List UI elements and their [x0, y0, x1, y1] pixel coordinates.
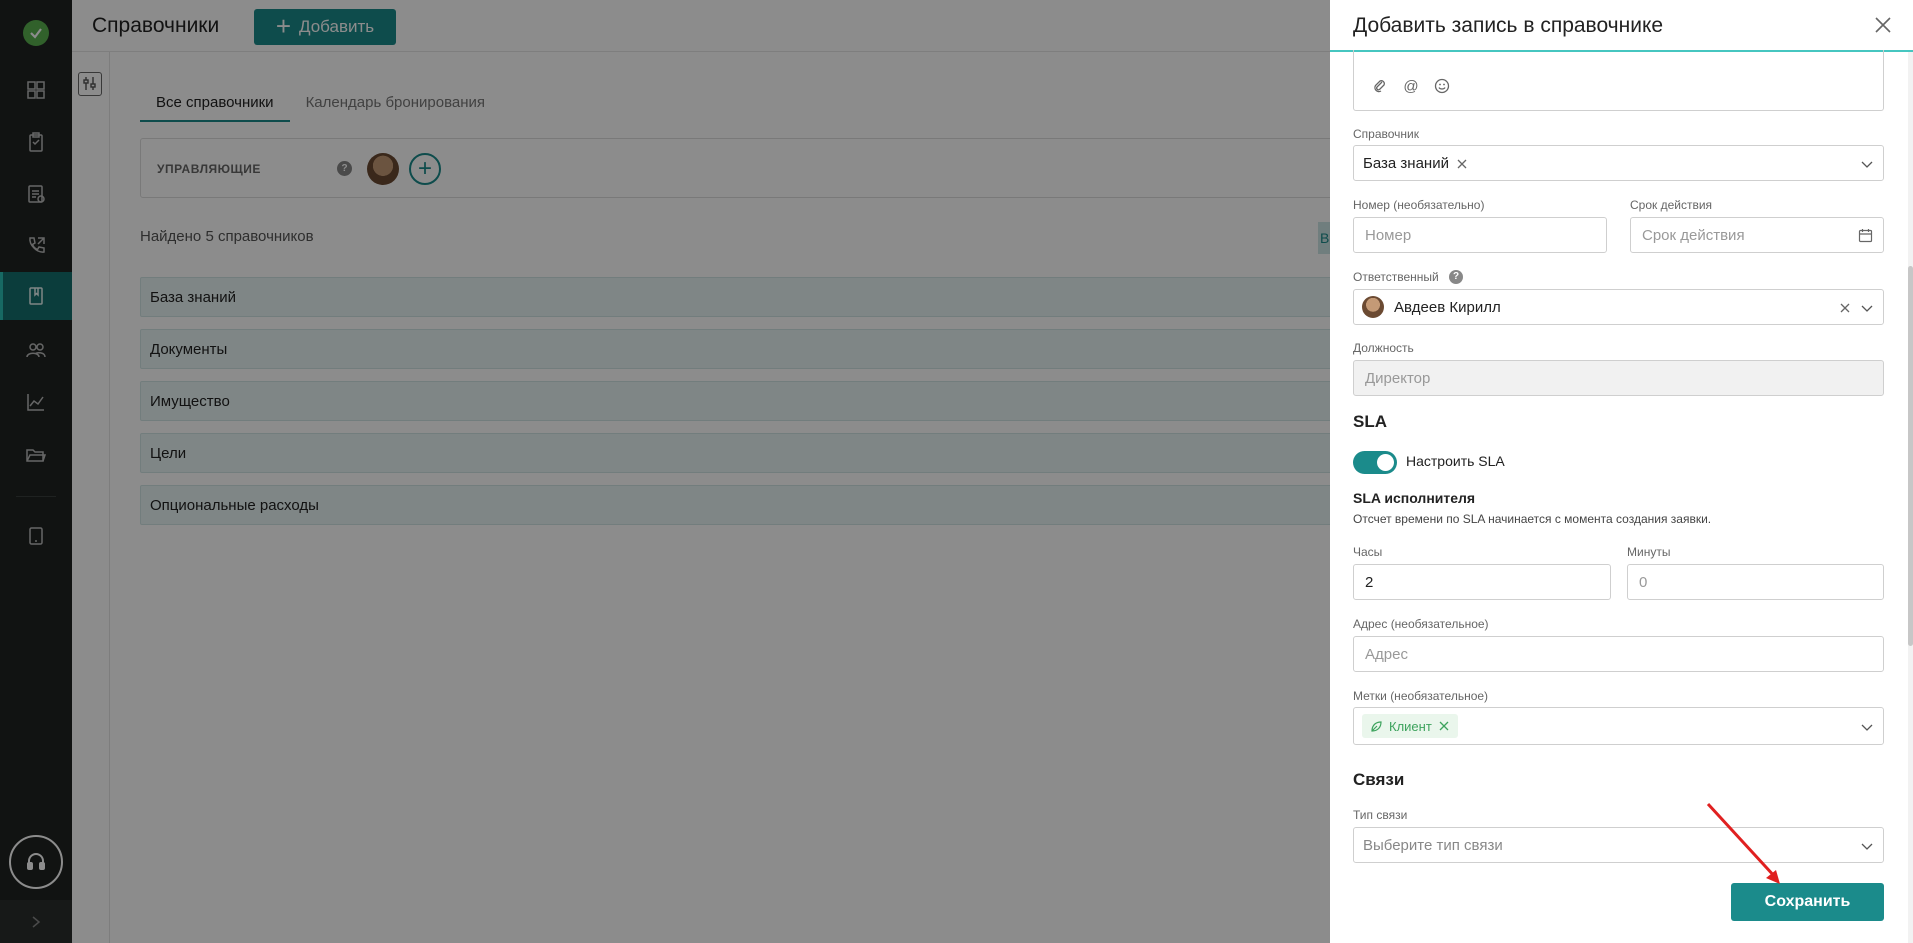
clear-directory-icon[interactable]: [1456, 158, 1468, 170]
add-record-panel: Добавить запись в справочнике @ Справочн…: [1330, 0, 1913, 943]
validity-placeholder: Срок действия: [1642, 227, 1745, 244]
number-input[interactable]: Номер: [1353, 217, 1607, 253]
clear-responsible-icon[interactable]: [1839, 302, 1851, 314]
sla-executor-description: Отсчет времени по SLA начинается с момен…: [1353, 512, 1712, 526]
links-title: Связи: [1353, 770, 1405, 789]
leaf-icon: [1371, 720, 1382, 732]
number-label: Номер (необязательно): [1353, 198, 1485, 212]
tags-select[interactable]: Клиент: [1353, 707, 1884, 745]
chevron-down-icon: [1861, 843, 1873, 850]
close-icon[interactable]: [1872, 14, 1894, 36]
number-placeholder: Номер: [1365, 227, 1412, 244]
avatar: [1362, 296, 1384, 318]
address-placeholder: Адрес: [1365, 646, 1408, 663]
panel-header: Добавить запись в справочнике: [1330, 0, 1913, 52]
tag-chip-label: Клиент: [1389, 718, 1432, 734]
save-button[interactable]: Сохранить: [1731, 883, 1884, 921]
position-input: Директор: [1353, 360, 1884, 396]
at-icon[interactable]: @: [1402, 78, 1420, 96]
chevron-down-icon: [1861, 161, 1873, 168]
validity-label: Срок действия: [1630, 198, 1713, 212]
tags-label: Метки (необязательное): [1353, 689, 1489, 703]
calendar-icon[interactable]: [1858, 228, 1873, 243]
position-label: Должность: [1353, 341, 1414, 355]
sla-executor-title: SLA исполнителя: [1353, 490, 1476, 506]
smile-icon[interactable]: [1433, 78, 1451, 96]
directory-select[interactable]: База знаний: [1353, 145, 1884, 181]
paperclip-icon[interactable]: [1371, 78, 1389, 96]
responsible-value: Авдеев Кирилл: [1394, 299, 1501, 316]
sla-title: SLA: [1353, 412, 1387, 431]
sla-toggle-label: Настроить SLA: [1406, 453, 1505, 469]
minutes-placeholder: 0: [1639, 574, 1648, 591]
hours-label: Часы: [1353, 545, 1383, 559]
position-placeholder: Директор: [1365, 370, 1431, 387]
responsible-select[interactable]: Авдеев Кирилл: [1353, 289, 1884, 325]
responsible-help-icon[interactable]: ?: [1449, 270, 1463, 284]
validity-date-input[interactable]: Срок действия: [1630, 217, 1884, 253]
chevron-down-icon: [1861, 305, 1873, 312]
sla-toggle[interactable]: [1353, 451, 1397, 474]
tag-chip: Клиент: [1362, 714, 1458, 738]
directory-value: База знаний: [1363, 155, 1449, 172]
chevron-down-icon: [1861, 724, 1873, 731]
address-label: Адрес (необязательное): [1353, 617, 1489, 631]
remove-tag-icon[interactable]: [1438, 720, 1450, 732]
panel-title: Добавить запись в справочнике: [1353, 14, 1664, 37]
link-type-select[interactable]: Выберите тип связи: [1353, 827, 1884, 863]
hours-input[interactable]: 2: [1353, 564, 1611, 600]
link-type-label: Тип связи: [1353, 808, 1408, 822]
address-input[interactable]: Адрес: [1353, 636, 1884, 672]
description-editor[interactable]: @: [1353, 50, 1884, 111]
modal-overlay[interactable]: [0, 0, 1330, 943]
responsible-label: Ответственный: [1353, 270, 1439, 284]
directory-label: Справочник: [1353, 127, 1419, 141]
hours-value: 2: [1365, 574, 1374, 591]
minutes-label: Минуты: [1627, 545, 1671, 559]
scrollbar-thumb[interactable]: [1908, 266, 1913, 646]
link-type-placeholder: Выберите тип связи: [1363, 837, 1503, 854]
minutes-input[interactable]: 0: [1627, 564, 1884, 600]
